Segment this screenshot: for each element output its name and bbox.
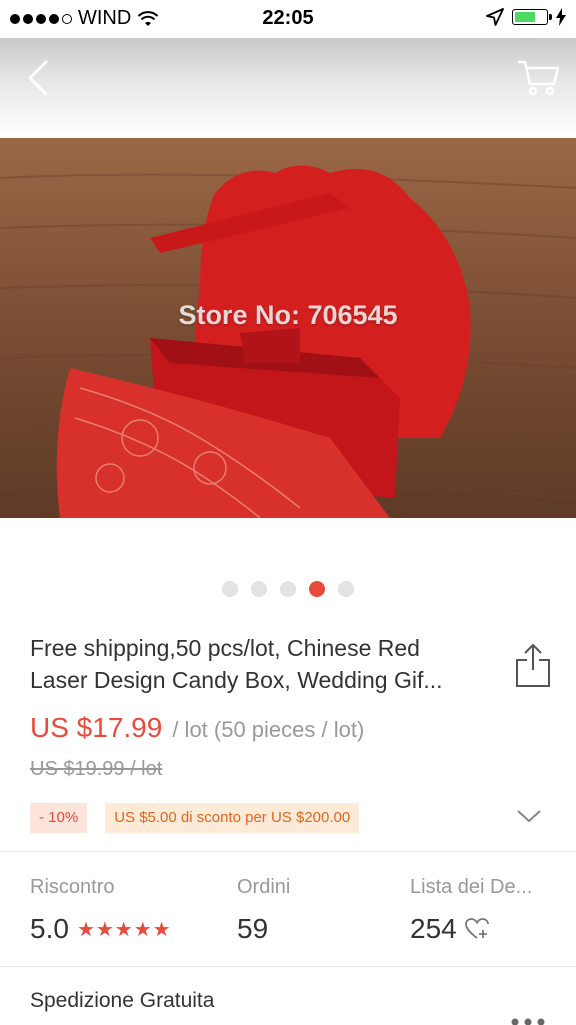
wishlist-label: Lista dei De... [410, 876, 532, 899]
gallery-pager[interactable] [0, 581, 576, 597]
original-price: US $19.99 / lot [30, 758, 162, 781]
orders-stat[interactable]: Ordini 59 [237, 876, 290, 945]
share-icon[interactable] [514, 642, 552, 690]
status-indicators [486, 8, 566, 26]
chevron-left-icon[interactable] [22, 58, 62, 98]
store-watermark: Store No: 706545 [0, 300, 576, 331]
pager-dot-active[interactable] [309, 581, 325, 597]
wishlist-stat[interactable]: Lista dei De... 254 [410, 876, 532, 945]
heart-add-icon[interactable] [465, 918, 491, 940]
price-unit: / lot (50 pieces / lot) [172, 717, 364, 743]
location-arrow-icon [486, 8, 504, 26]
pager-dot[interactable] [251, 581, 267, 597]
shipping-label[interactable]: Spedizione Gratuita [30, 989, 214, 1013]
rating-value: 5.0 [30, 913, 69, 945]
charging-icon [556, 8, 566, 26]
chevron-down-icon[interactable] [515, 806, 543, 826]
star-rating-icon: ★★★★★ [77, 917, 172, 942]
battery-icon [512, 9, 548, 25]
divider [0, 851, 576, 852]
divider [0, 966, 576, 967]
product-image[interactable]: Store No: 706545 [0, 138, 576, 518]
promo-badges: - 10% US $5.00 di sconto per US $200.00 [30, 803, 359, 833]
current-price: US $17.99 [30, 712, 162, 744]
price-row: US $17.99 / lot (50 pieces / lot) [30, 712, 364, 744]
pager-dot[interactable] [338, 581, 354, 597]
coupon-badge[interactable]: US $5.00 di sconto per US $200.00 [105, 803, 359, 833]
cart-icon[interactable] [516, 58, 560, 98]
orders-label: Ordini [237, 876, 290, 899]
navigation-bar [0, 38, 576, 138]
pager-dot[interactable] [222, 581, 238, 597]
orders-value: 59 [237, 913, 268, 945]
wishlist-value: 254 [410, 913, 457, 945]
rating-stat[interactable]: Riscontro 5.0 ★★★★★ [30, 876, 172, 945]
product-title: Free shipping,50 pcs/lot, Chinese Red La… [30, 632, 480, 696]
status-bar: WIND 22:05 [0, 0, 576, 38]
rating-label: Riscontro [30, 876, 172, 899]
pager-dot[interactable] [280, 581, 296, 597]
discount-badge: - 10% [30, 803, 87, 833]
